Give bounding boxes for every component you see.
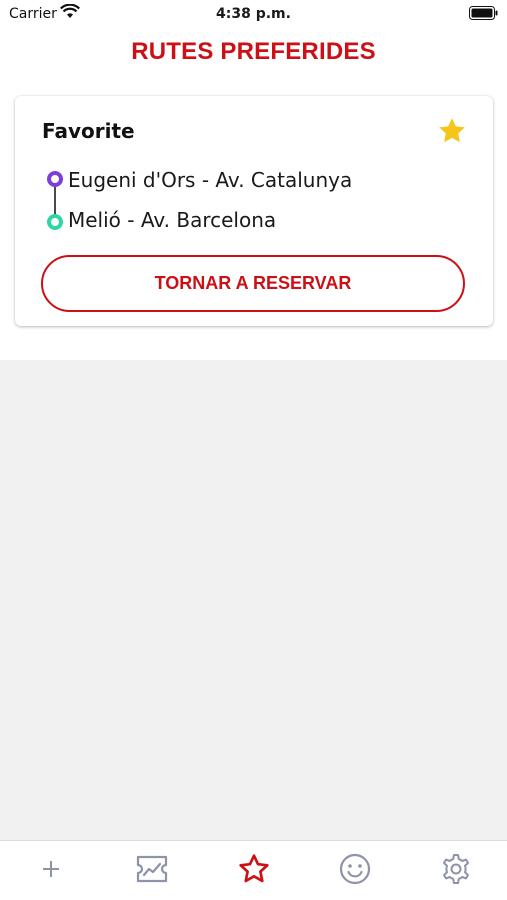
ticket-icon bbox=[136, 855, 168, 888]
favorite-route-card: Favorite Eugeni d'Ors - Av. Catalunya Me… bbox=[15, 96, 493, 326]
origin-stop: Eugeni d'Ors - Av. Catalunya bbox=[68, 168, 353, 192]
tab-bar bbox=[0, 840, 507, 900]
header: RUTES PREFERIDES bbox=[0, 28, 507, 80]
favorite-star-icon[interactable] bbox=[437, 116, 467, 146]
rebook-button[interactable]: TORNAR A RESERVAR bbox=[41, 255, 465, 312]
page-title: RUTES PREFERIDES bbox=[131, 38, 376, 65]
tab-profile[interactable] bbox=[337, 853, 373, 890]
destination-stop: Melió - Av. Barcelona bbox=[68, 208, 277, 232]
clock: 4:38 p.m. bbox=[216, 6, 291, 22]
status-bar: Carrier 4:38 p.m. bbox=[0, 0, 507, 28]
tab-new-booking[interactable] bbox=[33, 854, 69, 888]
destination-dot-icon bbox=[47, 214, 63, 230]
origin-dot-icon bbox=[47, 171, 63, 187]
star-icon bbox=[238, 853, 270, 890]
tab-settings[interactable] bbox=[438, 853, 474, 890]
tab-favorites[interactable] bbox=[236, 853, 272, 890]
card-title: Favorite bbox=[42, 119, 135, 143]
plus-icon bbox=[39, 857, 63, 886]
tab-tickets[interactable] bbox=[134, 854, 170, 888]
gear-icon bbox=[440, 853, 472, 890]
smiley-icon bbox=[339, 853, 371, 890]
battery-icon bbox=[469, 6, 499, 24]
